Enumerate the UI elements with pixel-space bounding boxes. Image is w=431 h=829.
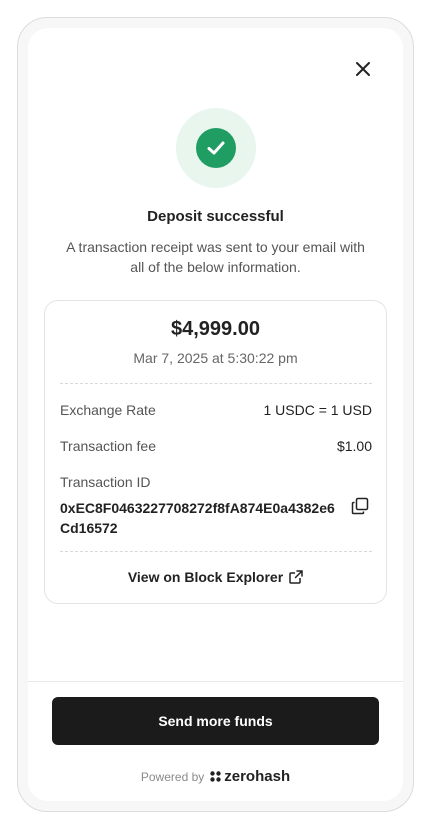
block-explorer-link[interactable]: View on Block Explorer	[45, 569, 386, 585]
brand-name: zerohash	[224, 768, 291, 785]
zerohash-logo-icon	[210, 771, 221, 782]
copy-icon	[351, 497, 369, 515]
deposit-amount: $4,999.00	[171, 318, 260, 340]
brand: zerohash	[210, 768, 290, 785]
close-button[interactable]	[350, 56, 376, 82]
powered-by: Powered by zerohash	[0, 768, 431, 785]
status-title: Deposit successful	[147, 208, 284, 225]
fee-row: Transaction fee $1.00	[60, 438, 372, 454]
status-subtitle: A transaction receipt was sent to your e…	[66, 239, 365, 275]
success-badge	[176, 108, 256, 188]
send-more-funds-button[interactable]: Send more funds	[52, 697, 379, 745]
close-icon	[356, 62, 370, 76]
copy-button[interactable]	[351, 497, 371, 517]
check-circle-icon	[196, 128, 236, 168]
fee-value: $1.00	[336, 438, 372, 454]
deposit-date: Mar 7, 2025 at 5:30:22 pm	[133, 350, 298, 366]
powered-by-label: Powered by	[140, 769, 205, 784]
external-link-icon	[289, 570, 303, 584]
block-explorer-label: View on Block Explorer	[127, 569, 284, 585]
exchange-rate-value: 1 USDC = 1 USD	[263, 402, 372, 418]
receipt-card: $4,999.00 Mar 7, 2025 at 5:30:22 pm Exch…	[44, 300, 387, 604]
txid-label: Transaction ID	[60, 474, 151, 490]
divider	[60, 383, 372, 384]
footer-divider	[28, 681, 403, 682]
fee-label: Transaction fee	[60, 438, 156, 454]
exchange-rate-row: Exchange Rate 1 USDC = 1 USD	[60, 402, 372, 418]
txid-value: 0xEC8F0463227708272f8fA874E0a4382e6Cd165…	[60, 500, 335, 536]
divider	[60, 551, 372, 552]
exchange-rate-label: Exchange Rate	[60, 402, 156, 418]
